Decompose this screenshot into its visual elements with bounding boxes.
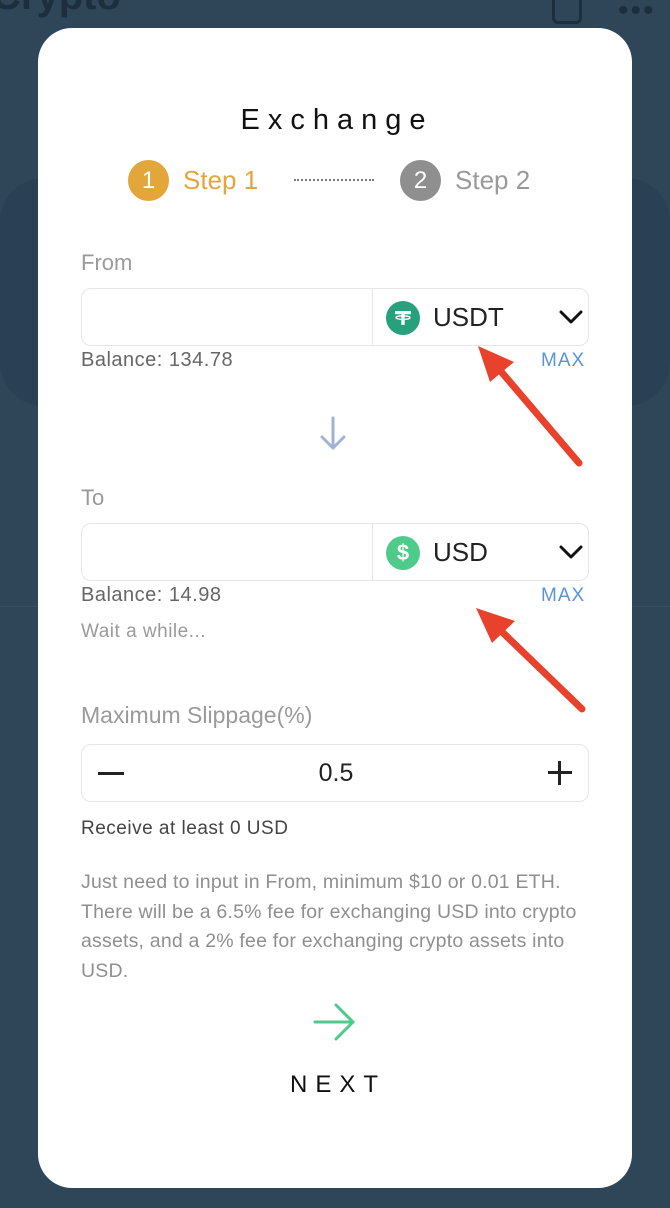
from-max-button[interactable]: MAX — [541, 350, 585, 372]
to-exchange-box: $ USD — [81, 523, 589, 581]
minus-icon[interactable] — [98, 772, 124, 775]
modal-title: Exchange — [240, 104, 434, 136]
from-exchange-box: USDT — [81, 288, 589, 346]
step-label: Step 1 — [183, 165, 259, 195]
from-label: From — [81, 250, 133, 275]
to-label: To — [81, 485, 105, 510]
tether-icon — [386, 301, 420, 335]
plus-icon[interactable] — [548, 761, 572, 785]
more-icon: ••• — [618, 0, 656, 27]
dollar-icon: $ — [386, 536, 420, 570]
to-currency-select[interactable]: $ USD — [373, 524, 589, 580]
background-title: Crypto — [0, 0, 121, 19]
to-amount-input[interactable] — [82, 524, 372, 580]
step-label: Step 2 — [455, 165, 531, 195]
status-text: Wait a while... — [81, 621, 207, 642]
exchange-modal: Exchange 1 Step 1 2 Step 2 From USDT Bal… — [38, 28, 632, 1188]
receive-at-least-text: Receive at least 0 USD — [81, 818, 289, 839]
step-number: 2 — [400, 160, 441, 201]
slippage-value[interactable]: 0.5 — [232, 759, 440, 788]
step-1-indicator: 1 Step 1 — [128, 160, 258, 201]
step-connector — [294, 179, 374, 181]
chevron-down-icon — [559, 310, 583, 324]
step-2-indicator: 2 Step 2 — [400, 160, 530, 201]
from-balance: Balance: 134.78 — [81, 349, 234, 371]
currency-name: USD — [433, 537, 488, 567]
document-icon — [552, 0, 582, 24]
from-currency-select[interactable]: USDT — [373, 289, 589, 345]
slippage-label: Maximum Slippage(%) — [81, 702, 313, 728]
slippage-stepper: 0.5 — [81, 744, 589, 802]
fee-note: Just need to input in From, minimum $10 … — [81, 871, 577, 982]
currency-name: USDT — [433, 302, 504, 332]
step-number: 1 — [128, 160, 169, 201]
from-amount-input[interactable] — [82, 289, 372, 345]
next-button[interactable]: NEXT — [38, 1071, 632, 1099]
chevron-down-icon — [559, 545, 583, 559]
to-balance: Balance: 14.98 — [81, 584, 222, 606]
to-max-button[interactable]: MAX — [541, 585, 585, 607]
arrow-right-icon[interactable] — [312, 1002, 358, 1042]
arrow-down-icon[interactable] — [319, 416, 347, 452]
